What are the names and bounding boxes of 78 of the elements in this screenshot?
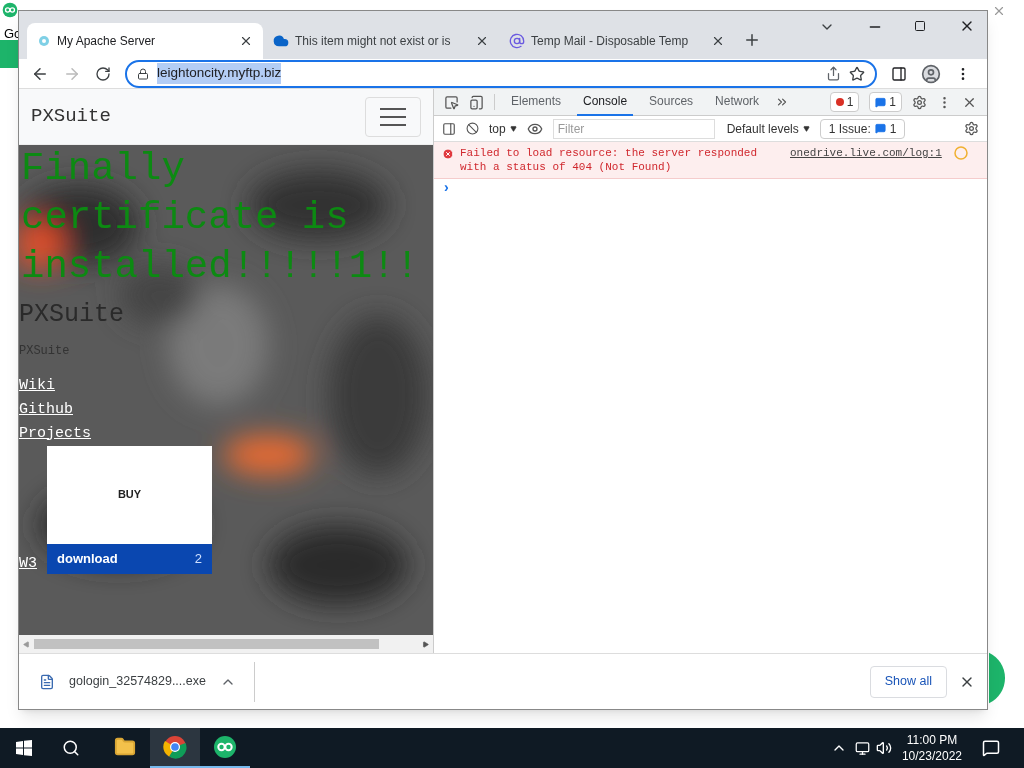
- settings-icon[interactable]: [912, 94, 927, 110]
- sidebar-strip: [0, 40, 18, 68]
- devtools-tab[interactable]: Console: [577, 88, 634, 116]
- tab-title: My Apache Server: [57, 33, 157, 50]
- browser-tab[interactable]: Temp Mail - Disposable Temp: [499, 23, 735, 59]
- close-icon[interactable]: [475, 34, 489, 48]
- url-text: leightoncity.myftp.biz: [157, 63, 282, 84]
- message-icon: [875, 96, 887, 108]
- lock-icon: [137, 67, 149, 80]
- clear-icon[interactable]: [466, 122, 479, 135]
- globe-icon: [37, 34, 51, 48]
- device-icon[interactable]: [469, 94, 484, 110]
- time: 11:00 PM: [906, 732, 958, 748]
- error-count[interactable]: 1: [829, 92, 860, 112]
- close-icon[interactable]: [711, 34, 725, 48]
- profile-icon[interactable]: [921, 63, 941, 84]
- address-bar[interactable]: leightoncity.myftp.biz: [125, 59, 877, 88]
- devtools-tab[interactable]: Sources: [643, 88, 700, 116]
- side-panel-icon[interactable]: [891, 65, 907, 82]
- share-icon[interactable]: [826, 66, 841, 81]
- nav-link[interactable]: W3: [19, 553, 37, 576]
- context-select[interactable]: top: [489, 119, 517, 138]
- notification-icon[interactable]: [982, 739, 1000, 757]
- scroll-right-icon[interactable]: [422, 640, 429, 648]
- source-link[interactable]: onedrive.live.com/log:1: [790, 146, 942, 160]
- chrome-icon[interactable]: [163, 735, 187, 759]
- download-label: download: [57, 549, 118, 568]
- devtools-tab[interactable]: Network: [709, 88, 766, 116]
- levels-select[interactable]: Default levels: [726, 119, 810, 138]
- download-filename[interactable]: gologin_32574829....exe: [69, 672, 206, 691]
- hamburger-button[interactable]: [365, 96, 421, 137]
- nav-link[interactable]: Github: [19, 397, 73, 422]
- scrollbar-thumb[interactable]: [34, 639, 379, 649]
- brand[interactable]: PXSuite: [31, 102, 111, 131]
- sidebar-toggle-icon[interactable]: [442, 121, 456, 136]
- search-icon[interactable]: [62, 739, 80, 757]
- console-prompt[interactable]: ›: [434, 179, 459, 195]
- network-icon[interactable]: [854, 740, 870, 756]
- dropdown-icon: [802, 125, 810, 132]
- message-count[interactable]: 1: [869, 92, 902, 112]
- message-icon: [874, 123, 886, 134]
- maximize-icon[interactable]: [914, 20, 926, 32]
- new-tab-icon[interactable]: [743, 31, 761, 49]
- file-icon: [39, 673, 55, 690]
- warning-icon: [953, 146, 968, 160]
- nav-link[interactable]: Wiki: [19, 373, 55, 398]
- volume-icon[interactable]: [875, 740, 892, 756]
- tab-title: Temp Mail - Disposable Temp: [531, 33, 690, 50]
- dropdown-icon: [509, 125, 517, 132]
- cloud-icon: [273, 33, 289, 49]
- star-icon[interactable]: [849, 65, 865, 82]
- error-icon: [442, 148, 454, 160]
- windows-icon[interactable]: [16, 740, 32, 756]
- tab-title: This item might not exist or is: [295, 33, 452, 50]
- folder-icon[interactable]: [114, 736, 136, 758]
- filter-field[interactable]: Filter: [552, 118, 715, 139]
- download-count: 2: [194, 549, 202, 568]
- browser-tab[interactable]: My Apache Server: [27, 23, 263, 59]
- clock[interactable]: 11:00 PM 10/23/2022: [901, 732, 962, 764]
- issues-button[interactable]: 1 Issue: 1: [819, 118, 906, 139]
- show-all-button[interactable]: Show all: [869, 665, 947, 698]
- console-message: Failed to load resource: the server responded with a status of 404 (Not Found): [460, 146, 759, 174]
- close-icon[interactable]: [239, 34, 253, 48]
- inspect-icon[interactable]: [444, 94, 459, 110]
- action-button[interactable]: [989, 650, 1005, 706]
- error-icon: [835, 98, 844, 106]
- heading: Finally certificate is installed!!!!!1!!: [20, 146, 420, 291]
- date: 10/23/2022: [901, 748, 962, 764]
- at-sign-icon: [509, 33, 525, 49]
- browser-tab[interactable]: This item might not exist or is: [263, 23, 499, 59]
- gologin-icon[interactable]: [213, 735, 237, 759]
- reload-icon[interactable]: [95, 65, 111, 82]
- taskbar-app[interactable]: [150, 728, 200, 768]
- nav-link[interactable]: Projects: [19, 421, 91, 446]
- horizontal-scrollbar[interactable]: [19, 635, 433, 653]
- settings-icon[interactable]: [964, 121, 979, 136]
- download-bar[interactable]: download 2: [47, 543, 212, 574]
- devtools-tab[interactable]: Elements: [505, 88, 568, 116]
